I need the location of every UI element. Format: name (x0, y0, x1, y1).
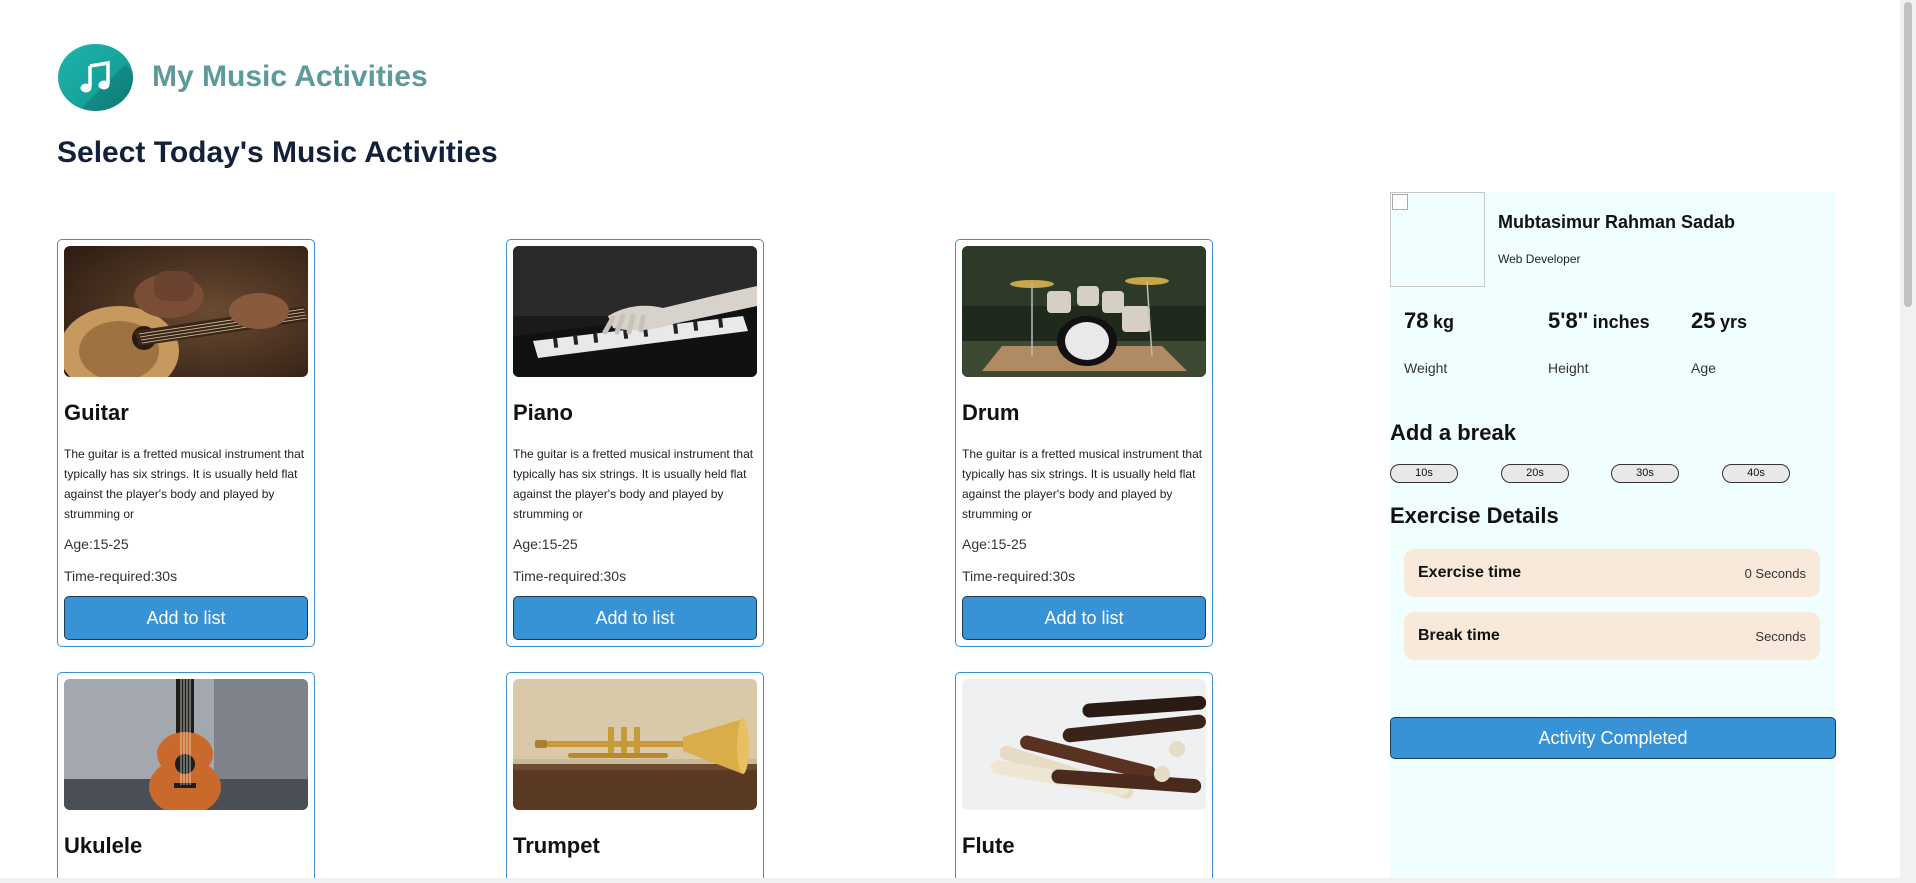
add-to-list-button[interactable]: Add to list (962, 596, 1206, 640)
profile-avatar (1390, 192, 1485, 287)
broken-image-icon (1392, 194, 1408, 210)
activity-card-piano: Piano The guitar is a fretted musical in… (506, 239, 764, 647)
flute-image (962, 679, 1206, 810)
activity-card-drum: Drum The guitar is a fretted musical ins… (955, 239, 1213, 647)
stat-weight: 78 kg Weight (1404, 308, 1544, 376)
card-title: Guitar (64, 400, 129, 425)
activity-card-ukulele: Ukulele (57, 672, 315, 883)
stat-value: 25 (1691, 308, 1716, 333)
add-break-title: Add a break (1390, 420, 1516, 445)
guitar-image (64, 246, 308, 377)
scrollbar-thumb[interactable] (1904, 2, 1912, 307)
card-time-required: Time-required:30s (513, 568, 627, 584)
stat-label: Weight (1404, 360, 1448, 376)
stat-label: Age (1691, 360, 1716, 376)
trumpet-image (513, 679, 757, 810)
music-note-logo-icon (58, 44, 133, 111)
break-time-label: Break time (1418, 627, 1500, 644)
profile-role: Web Developer (1498, 252, 1581, 266)
vertical-scrollbar[interactable] (1900, 0, 1916, 883)
card-description: The guitar is a fretted musical instrume… (64, 447, 305, 521)
card-time-required: Time-required:30s (64, 568, 178, 584)
break-time-value: Seconds (1755, 628, 1806, 644)
stat-unit: kg (1432, 312, 1454, 332)
card-time-required: Time-required:30s (962, 568, 1076, 584)
activity-completed-button[interactable]: Activity Completed (1390, 717, 1836, 759)
card-title: Piano (513, 400, 573, 425)
horizontal-scroll-track (0, 878, 1900, 883)
activity-card-guitar: Guitar The guitar is a fretted musical i… (57, 239, 315, 647)
break-button-30s[interactable]: 30s (1611, 464, 1679, 483)
page: My Music Activities Select Today's Music… (0, 0, 1916, 883)
drum-image (962, 246, 1206, 377)
card-title: Trumpet (513, 833, 600, 858)
activity-card-trumpet: Trumpet (506, 672, 764, 883)
break-button-20s[interactable]: 20s (1501, 464, 1569, 483)
break-button-10s[interactable]: 10s (1390, 464, 1458, 483)
stat-unit: yrs (1719, 312, 1747, 332)
stat-age: 25 yrs Age (1691, 308, 1831, 376)
card-age: Age:15-25 (513, 536, 578, 552)
piano-image (513, 246, 757, 377)
stat-height: 5'8'' inches Height (1548, 308, 1688, 376)
stat-value: 5'8'' (1548, 308, 1589, 333)
card-title: Drum (962, 400, 1020, 425)
add-to-list-button[interactable]: Add to list (64, 596, 308, 640)
profile-sidebar: Mubtasimur Rahman Sadab Web Developer 78… (1390, 192, 1836, 883)
break-button-40s[interactable]: 40s (1722, 464, 1790, 483)
exercise-time-row: Exercise time 0 Seconds (1404, 549, 1820, 597)
stat-value: 78 (1404, 308, 1429, 333)
exercise-details-title: Exercise Details (1390, 503, 1559, 528)
app-title: My Music Activities (152, 60, 428, 93)
exercise-time-label: Exercise time (1418, 564, 1522, 581)
card-age: Age:15-25 (64, 536, 129, 552)
card-age: Age:15-25 (962, 536, 1027, 552)
ukulele-image (64, 679, 308, 810)
page-heading: Select Today's Music Activities (57, 136, 498, 169)
stat-label: Height (1548, 360, 1589, 376)
exercise-time-value: 0 Seconds (1744, 565, 1806, 581)
card-description: The guitar is a fretted musical instrume… (962, 447, 1203, 521)
stat-unit: inches (1592, 312, 1650, 332)
activity-card-flute: Flute (955, 672, 1213, 883)
card-description: The guitar is a fretted musical instrume… (513, 447, 754, 521)
add-to-list-button[interactable]: Add to list (513, 596, 757, 640)
card-title: Ukulele (64, 833, 143, 858)
break-time-row: Break time Seconds (1404, 612, 1820, 660)
profile-name: Mubtasimur Rahman Sadab (1498, 212, 1736, 232)
card-title: Flute (962, 833, 1015, 858)
